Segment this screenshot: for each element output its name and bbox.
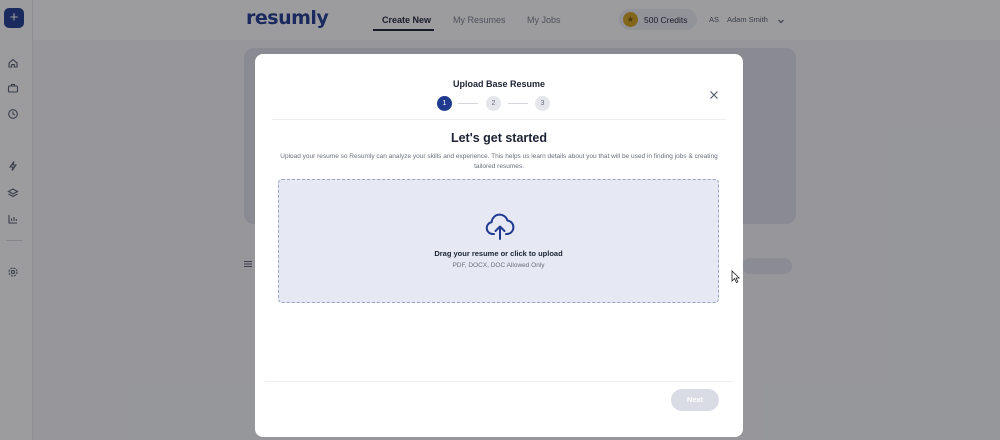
footer-divider	[265, 381, 733, 382]
upload-resume-modal: Upload Base Resume 1 2 3 Let's get start…	[255, 54, 743, 437]
modal-title: Upload Base Resume	[452, 79, 546, 89]
cloud-upload-icon	[484, 211, 516, 243]
step-1-indicator: 1	[437, 96, 452, 111]
step-3-indicator: 3	[535, 96, 550, 111]
step-2-indicator: 2	[486, 96, 501, 111]
mouse-cursor-icon	[731, 270, 741, 284]
dropzone-title: Drag your resume or click to upload	[434, 249, 563, 258]
next-button[interactable]: Next	[671, 389, 719, 411]
step-connector	[508, 103, 528, 104]
step-connector	[458, 103, 478, 104]
dropzone-subtitle: PDF, DOCX, DOC Allowed Only	[452, 262, 545, 269]
resume-dropzone[interactable]: Drag your resume or click to upload PDF,…	[278, 179, 719, 303]
modal-description: Upload your resume so Resumly can analyz…	[280, 153, 718, 170]
modal-heading: Let's get started	[450, 131, 548, 145]
modal-divider	[272, 119, 726, 120]
close-icon[interactable]	[708, 89, 720, 101]
